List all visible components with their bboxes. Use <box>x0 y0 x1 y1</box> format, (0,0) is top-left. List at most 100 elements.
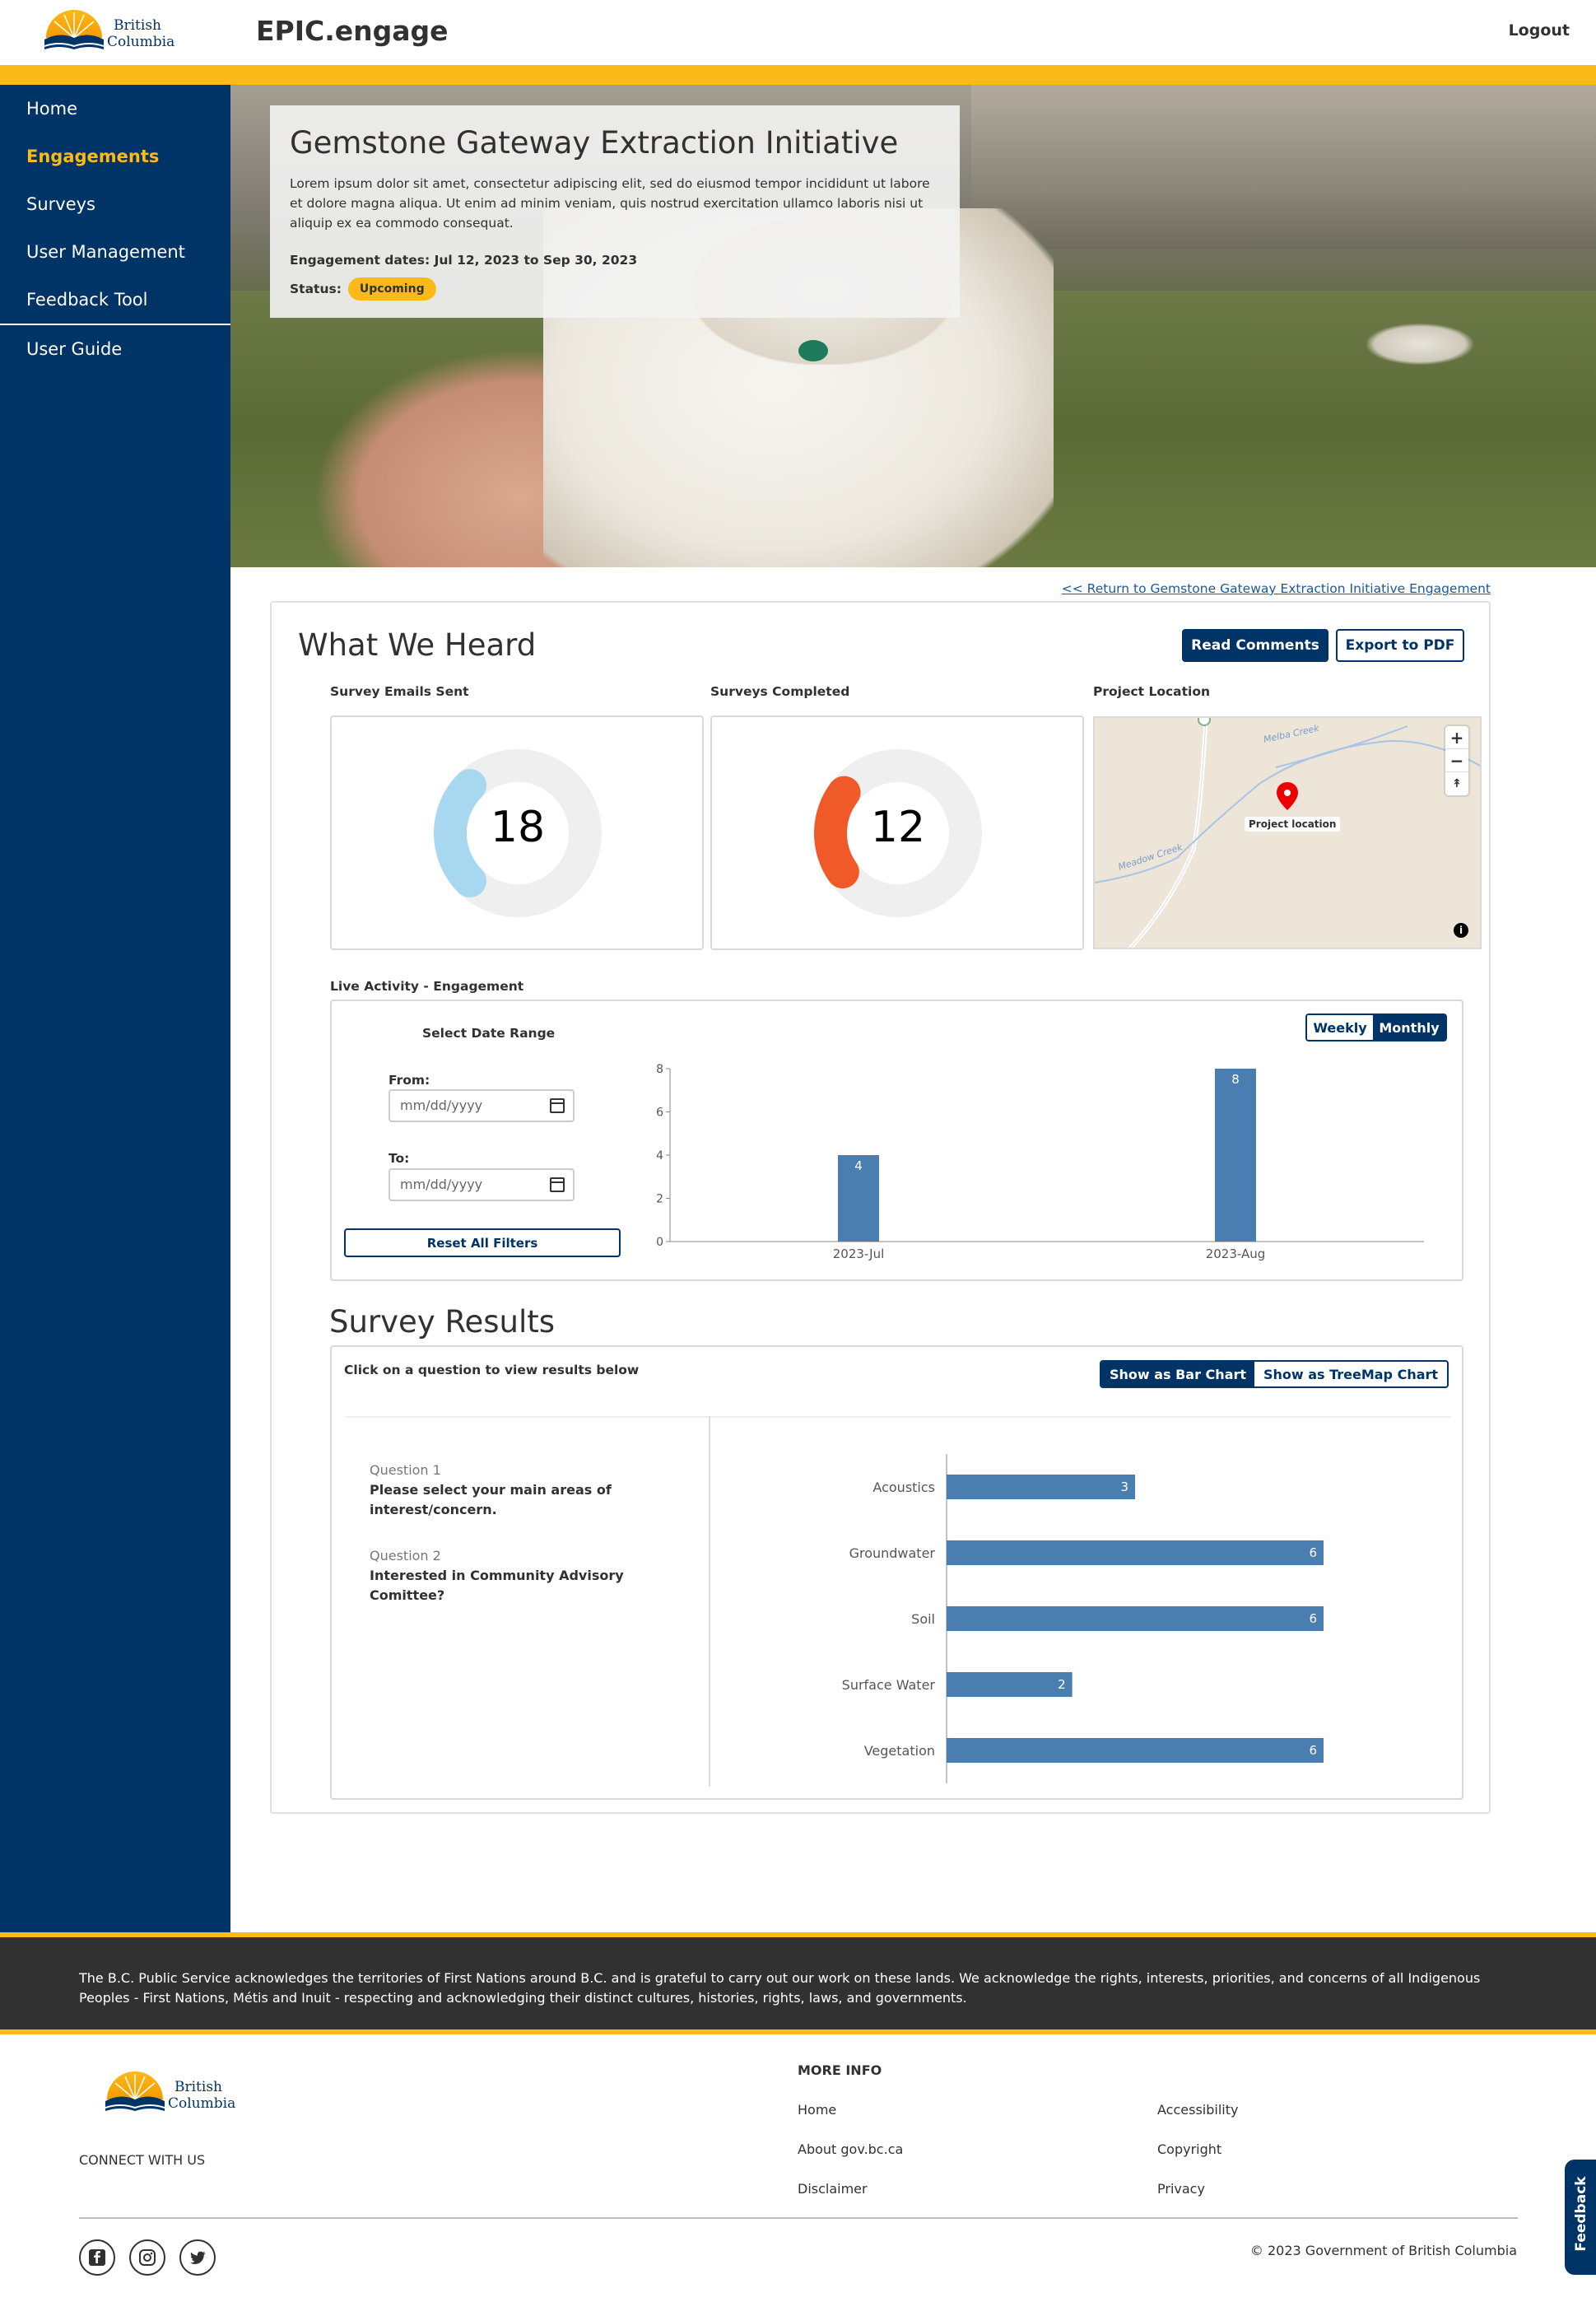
svg-text:Melba Creek: Melba Creek <box>1263 723 1320 745</box>
emails-sent-label: Survey Emails Sent <box>330 684 469 699</box>
results-category-label: Soil <box>911 1611 935 1627</box>
period-toggle: Weekly Monthly <box>1305 1014 1447 1041</box>
sidebar-item-feedback-tool[interactable]: Feedback Tool <box>0 276 230 324</box>
sidebar-item-surveys[interactable]: Surveys <box>0 180 230 228</box>
from-date-input[interactable]: mm/dd/yyyy <box>389 1089 575 1122</box>
select-date-range-label: Select Date Range <box>422 1026 556 1041</box>
show-bar-chart-button[interactable]: Show as Bar Chart <box>1101 1362 1254 1386</box>
facebook-icon[interactable] <box>79 2239 115 2276</box>
engagement-info-card: Gemstone Gateway Extraction Initiative L… <box>270 105 960 318</box>
results-bar[interactable] <box>947 1606 1324 1631</box>
connect-with-us-label: CONNECT WITH US <box>79 2152 206 2168</box>
footer-divider <box>79 2217 1518 2219</box>
question-1-number[interactable]: Question 1 <box>370 1462 441 1478</box>
results-bar[interactable] <box>947 1475 1135 1499</box>
sidebar-item-user-management[interactable]: User Management <box>0 228 230 276</box>
engagement-title: Gemstone Gateway Extraction Initiative <box>290 125 899 161</box>
footer-link-copyright[interactable]: Copyright <box>1157 2141 1221 2157</box>
svg-text:Columbia: Columbia <box>168 2095 235 2112</box>
svg-text:Meadow Creek: Meadow Creek <box>1117 841 1184 873</box>
footer-link-about[interactable]: About gov.bc.ca <box>798 2141 903 2157</box>
survey-results-title: Survey Results <box>329 1304 556 1340</box>
sidebar-item-user-guide[interactable]: User Guide <box>0 325 230 373</box>
show-treemap-button[interactable]: Show as TreeMap Chart <box>1254 1362 1447 1386</box>
footer-bc-logo[interactable]: British Columbia <box>105 2071 254 2118</box>
map-zoom-controls: + − ↟ <box>1445 726 1468 795</box>
app-title: EPIC.engage <box>256 15 449 47</box>
activity-chart-svg: 0 2 4 6 8 4 2023-Jul 8 2023-Aug <box>656 1063 1424 1261</box>
results-category-label: Acoustics <box>872 1480 935 1495</box>
question-1-text[interactable]: Please select your main areas of interes… <box>370 1480 649 1520</box>
from-label: From: <box>389 1073 430 1088</box>
bc-logo[interactable]: British Columbia <box>44 10 193 56</box>
compass-reset-button[interactable]: ↟ <box>1445 772 1468 795</box>
emails-sent-panel: 18 <box>330 715 704 950</box>
x-category-label: 2023-Aug <box>1206 1247 1266 1261</box>
monthly-toggle[interactable]: Monthly <box>1373 1015 1445 1040</box>
export-pdf-button[interactable]: Export to PDF <box>1336 629 1464 662</box>
footer-link-disclaimer[interactable]: Disclaimer <box>798 2181 868 2197</box>
zoom-out-button[interactable]: − <box>1445 749 1468 772</box>
status-label: Status: <box>290 282 342 296</box>
sidebar-item-home[interactable]: Home <box>0 85 230 133</box>
to-label: To: <box>389 1151 410 1166</box>
results-bar[interactable] <box>947 1540 1324 1565</box>
read-comments-button[interactable]: Read Comments <box>1182 629 1328 662</box>
results-category-label: Groundwater <box>849 1545 936 1561</box>
results-bar-value: 3 <box>1120 1480 1128 1494</box>
instagram-icon[interactable] <box>129 2239 165 2276</box>
emails-sent-value: 18 <box>490 803 546 852</box>
activity-bar[interactable] <box>1215 1069 1256 1242</box>
results-bar-value: 6 <box>1309 1545 1317 1560</box>
activity-bar-chart: 0 2 4 6 8 4 2023-Jul 8 2023-Aug <box>650 1062 1440 1265</box>
svg-text:Columbia: Columbia <box>107 34 174 50</box>
project-location-map[interactable]: Melba Creek Meadow Creek Project locatio… <box>1093 716 1482 949</box>
return-to-engagement-link[interactable]: << Return to Gemstone Gateway Extraction… <box>1062 581 1491 596</box>
live-activity-label: Live Activity - Engagement <box>330 979 524 994</box>
engagement-dates: Engagement dates: Jul 12, 2023 to Sep 30… <box>290 253 638 268</box>
results-category-label: Vegetation <box>864 1743 935 1759</box>
twitter-icon[interactable] <box>179 2239 216 2276</box>
top-header: British Columbia EPIC.engage Logout <box>0 0 1596 85</box>
map-marker-icon[interactable] <box>1277 782 1298 810</box>
reset-filters-button[interactable]: Reset All Filters <box>344 1228 621 1257</box>
y-tick-label: 0 <box>656 1236 663 1249</box>
logout-button[interactable]: Logout <box>1509 21 1570 40</box>
activity-bar-value: 4 <box>854 1158 863 1173</box>
map-marker-label: Project location <box>1245 817 1341 832</box>
status-badge: Upcoming <box>347 277 436 301</box>
results-chart-svg: 3 Acoustics 6 Groundwater 6 Soil 2 Surface Wate… <box>842 1454 1324 1783</box>
to-date-input[interactable]: mm/dd/yyyy <box>389 1168 575 1201</box>
calendar-icon[interactable] <box>550 1098 565 1113</box>
y-tick-label: 6 <box>656 1107 663 1120</box>
footer-link-home[interactable]: Home <box>798 2102 836 2118</box>
surveys-completed-panel: 12 <box>710 715 1084 950</box>
results-bar[interactable] <box>947 1738 1324 1763</box>
engagement-status: Status: Upcoming <box>290 277 940 301</box>
map-attribution-icon[interactable]: i <box>1454 923 1468 938</box>
results-bar-chart: 3 Acoustics 6 Groundwater 6 Soil 2 Surface Wate… <box>790 1454 1449 1783</box>
weekly-toggle[interactable]: Weekly <box>1307 1015 1373 1040</box>
footer-link-privacy[interactable]: Privacy <box>1157 2181 1205 2197</box>
sidebar: Home Engagements Surveys User Management… <box>0 85 230 1932</box>
results-bar-value: 6 <box>1309 1743 1317 1758</box>
y-tick-label: 4 <box>656 1149 663 1163</box>
feedback-tab-button[interactable]: Feedback <box>1565 2160 1596 2275</box>
svg-text:British: British <box>114 17 161 34</box>
acknowledgement-text: The B.C. Public Service acknowledges the… <box>79 1970 1481 2006</box>
results-bar[interactable] <box>947 1672 1073 1697</box>
question-2-number[interactable]: Question 2 <box>370 1548 441 1563</box>
footer-link-accessibility[interactable]: Accessibility <box>1157 2102 1238 2118</box>
project-location-label: Project Location <box>1093 684 1211 699</box>
sidebar-item-engagements[interactable]: Engagements <box>0 133 230 180</box>
calendar-icon[interactable] <box>550 1177 565 1192</box>
engagement-description: Lorem ipsum dolor sit amet, consectetur … <box>290 176 930 231</box>
what-we-heard-title: What We Heard <box>298 627 537 663</box>
question-2-text[interactable]: Interested in Community Advisory Comitte… <box>370 1566 649 1605</box>
chart-type-toggle: Show as Bar Chart Show as TreeMap Chart <box>1100 1360 1449 1388</box>
surveys-completed-label: Surveys Completed <box>710 684 850 699</box>
more-info-heading: MORE INFO <box>798 2062 882 2078</box>
zoom-in-button[interactable]: + <box>1445 726 1468 749</box>
results-bar-value: 6 <box>1309 1611 1317 1626</box>
results-bar-value: 2 <box>1058 1677 1066 1692</box>
